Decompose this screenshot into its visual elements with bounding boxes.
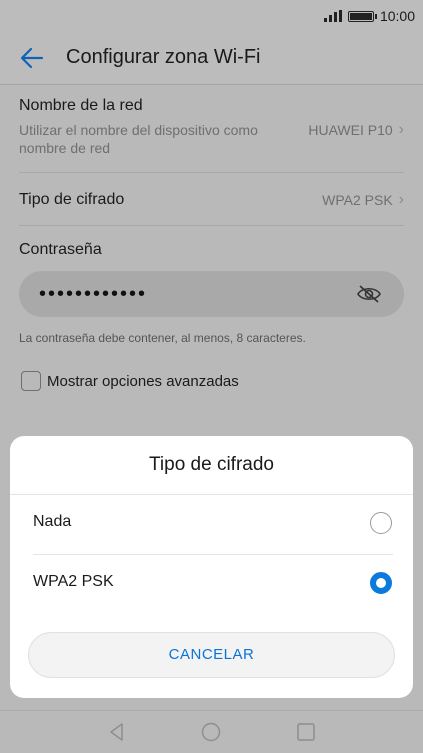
square-recents-icon[interactable] [295,721,317,743]
advanced-options-toggle[interactable]: Mostrar opciones avanzadas [21,371,239,391]
network-name-title: Nombre de la red [19,97,143,114]
network-name-value-wrap: HUAWEI P10 › [308,121,404,139]
status-icons: 10:00 [323,6,415,26]
network-name-row[interactable]: Nombre de la red Utilizar el nombre del … [19,97,404,161]
advanced-options-checkbox[interactable] [21,371,41,391]
dialog-title: Tipo de cifrado [149,454,274,475]
password-value: •••••••••••• [39,283,148,305]
advanced-options-label: Mostrar opciones avanzadas [47,372,239,390]
network-name-subtitle: Utilizar el nombre del dispositivo como … [19,122,258,156]
chevron-right-icon: › [398,191,404,208]
status-bar: 10:00 [0,0,423,32]
option-none-label: Nada [33,513,72,530]
status-time: 10:00 [379,8,415,24]
divider [19,225,404,226]
password-label: Contraseña [19,241,102,258]
battery-level [349,12,372,20]
eye-off-icon[interactable] [356,284,382,304]
battery-icon [347,10,377,22]
encryption-dialog: Tipo de cifrado Nada WPA2 PSK CANCELAR [10,436,413,698]
app-bar: Configurar zona Wi-Fi [0,32,423,85]
password-label-row: Contraseña [19,241,404,259]
encryption-value-wrap: WPA2 PSK › [322,191,404,209]
page-title: Configurar zona Wi-Fi [66,46,261,68]
divider [19,172,404,173]
cancel-button[interactable]: CANCELAR [28,632,395,678]
chevron-right-icon: › [398,121,404,138]
password-field[interactable]: •••••••••••• [19,271,404,317]
triangle-back-icon[interactable] [106,721,128,743]
radio-none[interactable] [370,512,392,534]
circle-home-icon[interactable] [200,721,222,743]
navigation-bar [0,710,423,753]
encryption-value: WPA2 PSK [322,192,393,208]
encryption-row[interactable]: Tipo de cifrado WPA2 PSK › [19,191,404,215]
network-name-value: HUAWEI P10 [308,122,393,138]
password-hint: La contraseña debe contener, al menos, 8… [19,331,306,345]
signal-icon [323,10,342,22]
radio-wpa2-psk[interactable] [370,572,392,594]
arrow-left-icon[interactable] [18,44,46,72]
option-wpa2-psk-label: WPA2 PSK [33,573,114,590]
screen: 10:00 Configurar zona Wi-Fi Nombre de la… [0,0,423,753]
option-none[interactable]: Nada [10,495,413,553]
option-wpa2-psk[interactable]: WPA2 PSK [10,555,413,613]
